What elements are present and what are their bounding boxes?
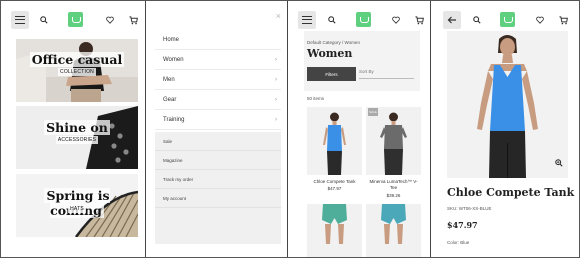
banner-title: Office casual bbox=[29, 52, 125, 67]
banner-title: Spring is coming bbox=[44, 188, 110, 218]
menu-link-track-order[interactable]: Track my order bbox=[155, 170, 281, 189]
cart-icon[interactable] bbox=[556, 13, 570, 27]
menu-link-my-account[interactable]: My account bbox=[155, 189, 281, 208]
menu-link-sale[interactable]: Sale bbox=[155, 132, 281, 151]
menu-item-label: Gear bbox=[163, 96, 177, 103]
menu-item-gear[interactable]: Gear › bbox=[155, 90, 281, 110]
arrow-left-icon bbox=[447, 16, 456, 24]
chevron-right-icon: › bbox=[275, 117, 277, 123]
menu-item-label: Home bbox=[163, 36, 180, 43]
cart-icon[interactable] bbox=[412, 13, 426, 27]
color-label: Color: Blue bbox=[447, 240, 470, 245]
product-gallery[interactable] bbox=[447, 31, 568, 178]
top-bar bbox=[432, 8, 580, 32]
hamburger-icon bbox=[15, 16, 25, 24]
menu-link-label: Sale bbox=[163, 138, 173, 144]
banner-title: Shine on bbox=[44, 120, 110, 135]
search-icon[interactable] bbox=[325, 13, 339, 27]
menu-item-training[interactable]: Training › bbox=[155, 110, 281, 130]
heart-icon[interactable] bbox=[533, 13, 547, 27]
top-bar bbox=[0, 8, 145, 32]
model-photo bbox=[381, 204, 406, 244]
menu-item-label: Training bbox=[163, 116, 185, 123]
banner-shine-on[interactable]: Shine on ACCESSORIES bbox=[16, 106, 138, 169]
logo-icon[interactable] bbox=[500, 12, 515, 27]
model-photo bbox=[380, 112, 407, 175]
menu-item-label: Women bbox=[163, 56, 184, 63]
menu-link-magazine[interactable]: Magazine bbox=[155, 151, 281, 170]
product-image[interactable] bbox=[366, 107, 421, 175]
search-icon[interactable] bbox=[37, 13, 51, 27]
logo-icon[interactable] bbox=[68, 12, 83, 27]
banner-spring[interactable]: Spring is coming HATS bbox=[16, 174, 138, 237]
secondary-menu: Sale Magazine Track my order My account bbox=[155, 132, 281, 244]
back-button[interactable] bbox=[443, 11, 461, 29]
chevron-right-icon: › bbox=[275, 77, 277, 83]
menu-item-men[interactable]: Men › bbox=[155, 70, 281, 90]
banner-subtitle: ACCESSORIES bbox=[55, 136, 99, 144]
item-count: 50 items bbox=[307, 96, 325, 101]
close-icon[interactable]: × bbox=[276, 11, 281, 21]
chevron-right-icon: › bbox=[275, 97, 277, 103]
product-name[interactable]: Chloe Compete Tank bbox=[307, 179, 362, 185]
product-price: $39.26 bbox=[386, 193, 401, 198]
product-sku: SKU: WT06-XS-BLUE bbox=[447, 206, 492, 211]
breadcrumb[interactable]: Default Category / Women bbox=[307, 40, 360, 45]
hamburger-icon bbox=[302, 16, 312, 24]
menu-list: Home Women › Men › Gear › Training › bbox=[155, 30, 281, 130]
heart-icon[interactable] bbox=[103, 13, 117, 27]
banner-subtitle: HATS bbox=[68, 205, 86, 213]
model-photo bbox=[477, 35, 538, 178]
menu-link-label: Track my order bbox=[163, 176, 194, 182]
sale-badge: SALE bbox=[368, 108, 378, 116]
top-bar bbox=[289, 8, 430, 32]
zoom-in-icon[interactable] bbox=[555, 154, 563, 172]
model-photo bbox=[322, 204, 347, 244]
menu-link-label: My account bbox=[163, 195, 187, 201]
product-name[interactable]: Minerva LumaTech™ V-Tee bbox=[366, 179, 421, 191]
cart-icon[interactable] bbox=[126, 13, 140, 27]
chevron-right-icon: › bbox=[275, 57, 277, 63]
product-price: $47.97 bbox=[447, 220, 478, 230]
category-header: Default Category / Women Women Filters S… bbox=[304, 31, 420, 91]
menu-button[interactable] bbox=[298, 11, 316, 29]
menu-item-label: Men bbox=[163, 76, 175, 83]
banner-office-casual[interactable]: Office casual COLLECTION bbox=[16, 39, 138, 102]
menu-link-label: Magazine bbox=[163, 157, 183, 163]
heart-icon[interactable] bbox=[389, 13, 403, 27]
page-title: Women bbox=[307, 47, 353, 60]
filters-button[interactable]: Filters bbox=[307, 67, 356, 81]
search-icon[interactable] bbox=[470, 13, 484, 27]
model-photo bbox=[323, 112, 346, 175]
banner-subtitle: COLLECTION bbox=[58, 68, 96, 76]
home-screen: Office casual COLLECTION Shine on ACCESS… bbox=[0, 0, 146, 258]
sort-select[interactable]: Sort By bbox=[359, 69, 414, 79]
product-image[interactable] bbox=[307, 204, 362, 258]
menu-header: × bbox=[155, 8, 287, 32]
menu-item-women[interactable]: Women › bbox=[155, 50, 281, 70]
logo-icon[interactable] bbox=[356, 12, 371, 27]
product-image[interactable] bbox=[307, 107, 362, 175]
menu-item-home[interactable]: Home bbox=[155, 30, 281, 50]
menu-screen: × Home Women › Men › Gear › Training › Sale … bbox=[147, 0, 288, 258]
product-screen: Chloe Compete Tank SKU: WT06-XS-BLUE $47… bbox=[432, 0, 580, 258]
product-image[interactable] bbox=[366, 204, 421, 258]
product-price: $47.97 bbox=[327, 186, 342, 191]
product-title: Chloe Compete Tank bbox=[447, 186, 575, 199]
menu-button[interactable] bbox=[11, 11, 29, 29]
category-screen: Default Category / Women Women Filters S… bbox=[289, 0, 431, 258]
